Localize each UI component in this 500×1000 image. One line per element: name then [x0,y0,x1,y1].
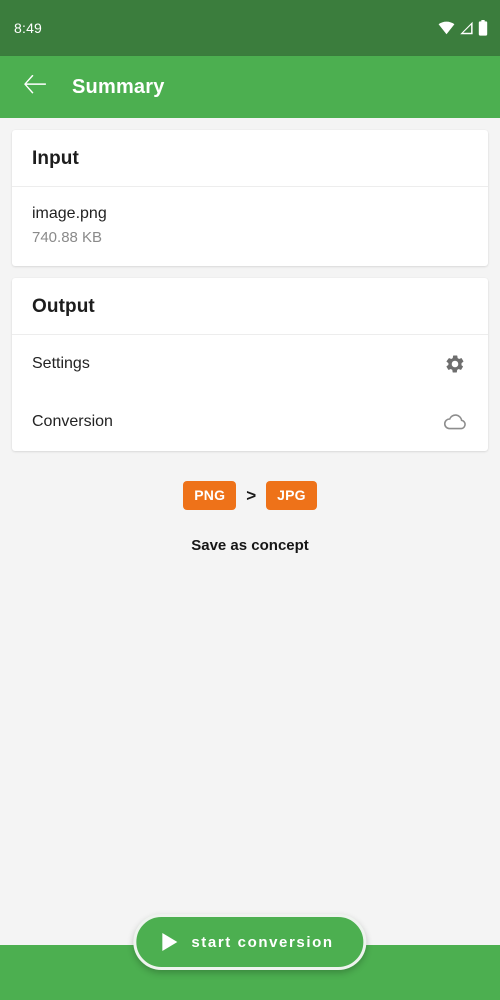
output-conversion-label: Conversion [32,413,113,431]
input-file-row[interactable]: image.png 740.88 KB [12,187,488,266]
input-card-header: Input [12,130,488,187]
status-bar-clock: 8:49 [14,20,43,36]
content-area: Input image.png 740.88 KB Output Setting… [0,118,500,1000]
source-format-badge[interactable]: PNG [183,481,237,511]
status-bar-icons [438,20,488,36]
target-format-badge[interactable]: JPG [266,481,317,511]
start-conversion-button[interactable]: start conversion [133,914,367,970]
back-button[interactable] [16,67,56,107]
battery-icon [478,20,488,36]
start-conversion-label: start conversion [191,933,334,951]
input-file-size: 740.88 KB [32,228,103,246]
output-card: Output Settings Conversion [12,278,488,452]
chevron-right-icon: > [246,486,257,506]
gear-icon[interactable] [442,351,468,377]
wifi-icon [438,21,455,35]
output-card-header: Output [12,278,488,336]
app-bar: Summary [0,56,500,118]
output-settings-row[interactable]: Settings [12,335,488,393]
status-bar: 8:49 [0,0,500,56]
output-conversion-row[interactable]: Conversion [12,393,488,451]
output-settings-label: Settings [32,355,90,373]
cloud-icon[interactable] [442,409,468,435]
input-file-name: image.png [32,205,107,222]
back-arrow-icon [24,74,48,100]
cellular-signal-icon [459,21,474,35]
input-card: Input image.png 740.88 KB [12,130,488,267]
format-conversion-badges: PNG > JPG [0,481,500,511]
play-icon [162,933,178,951]
save-as-concept-button[interactable]: Save as concept [0,537,500,554]
page-title: Summary [72,75,165,98]
